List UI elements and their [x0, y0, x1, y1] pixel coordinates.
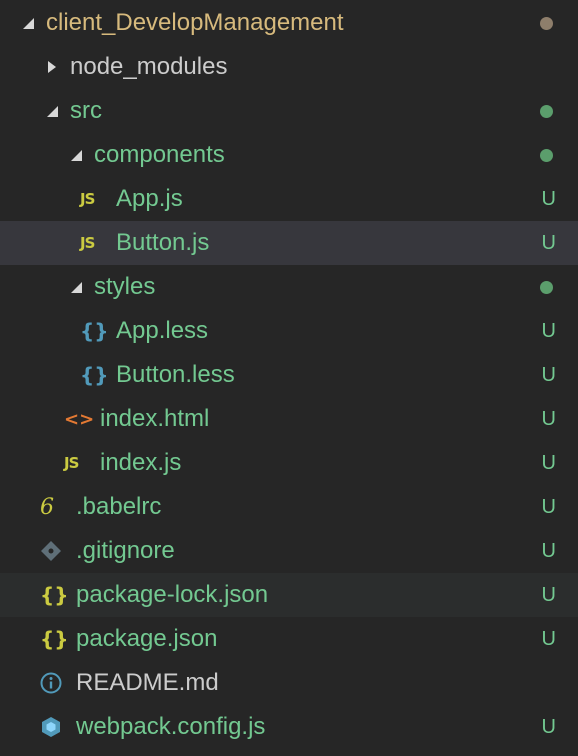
modified-dot-badge: [540, 133, 556, 177]
modified-dot-badge: [540, 89, 556, 133]
untracked-status-badge: U: [541, 583, 556, 606]
untracked-status-badge: U: [541, 363, 556, 386]
item-label: index.html: [100, 405, 210, 432]
item-label: client_DevelopManagement: [46, 9, 344, 36]
folder-item-components[interactable]: components: [0, 133, 578, 177]
item-label: webpack.config.js: [76, 713, 266, 740]
expanded-arrow-icon[interactable]: [64, 133, 88, 177]
status-dot-icon: [540, 16, 553, 30]
folder-item-client-developmanagement[interactable]: client_DevelopManagement: [0, 1, 578, 45]
item-label: components: [94, 141, 225, 168]
less-icon: {}: [80, 363, 109, 387]
item-label: .babelrc: [76, 493, 162, 520]
file-item-app-js[interactable]: JS App.js U: [0, 177, 578, 221]
untracked-status-badge: U: [541, 539, 556, 562]
expanded-arrow-icon[interactable]: [16, 1, 40, 45]
file-item-app-less[interactable]: {} App.less U: [0, 309, 578, 353]
status-dot-icon: [540, 148, 553, 162]
file-item-button-js[interactable]: JS Button.js U: [0, 221, 578, 265]
js-icon: JS: [64, 454, 79, 472]
file-item-package-lock-json[interactable]: {} package-lock.json U: [0, 573, 578, 617]
json-icon: {}: [40, 627, 69, 651]
js-icon: JS: [80, 190, 95, 208]
untracked-status-badge: U: [541, 319, 556, 342]
item-label: App.less: [116, 317, 209, 344]
git-icon: [40, 529, 68, 573]
modified-dot-badge: [540, 265, 556, 309]
item-label: App.js: [116, 185, 183, 212]
item-label: package.json: [76, 625, 218, 652]
html-icon: <>: [64, 408, 95, 430]
file-item-gitignore[interactable]: .gitignore U: [0, 529, 578, 573]
file-item-babelrc[interactable]: 6 .babelrc U: [0, 485, 578, 529]
item-label: index.js: [100, 449, 182, 476]
js-icon: JS: [80, 234, 95, 252]
item-label: styles: [94, 273, 156, 300]
json-icon: {}: [40, 583, 69, 607]
untracked-status-badge: U: [541, 187, 556, 210]
folder-item-styles[interactable]: styles: [0, 265, 578, 309]
webpack-icon: [40, 705, 68, 749]
untracked-status-badge: U: [541, 407, 556, 430]
item-label: README.md: [76, 669, 219, 696]
status-dot-icon: [540, 104, 553, 118]
untracked-status-badge: U: [541, 451, 556, 474]
babel-icon: 6: [40, 494, 54, 520]
item-label: node_modules: [70, 53, 228, 80]
status-dot-icon: [540, 280, 553, 294]
expanded-arrow-icon[interactable]: [64, 265, 88, 309]
item-label: package-lock.json: [76, 581, 269, 608]
item-label: Button.js: [116, 229, 210, 256]
file-item-index-js[interactable]: JS index.js U: [0, 441, 578, 485]
modified-dot-badge: [540, 1, 556, 45]
folder-item-src[interactable]: src: [0, 89, 578, 133]
untracked-status-badge: U: [541, 715, 556, 738]
less-icon: {}: [80, 319, 109, 343]
file-item-package-json[interactable]: {} package.json U: [0, 617, 578, 661]
file-item-button-less[interactable]: {} Button.less U: [0, 353, 578, 397]
file-explorer-tree: client_DevelopManagement node_modulessrc c…: [0, 0, 578, 756]
info-icon: [40, 661, 68, 705]
file-item-readme-md[interactable]: README.md: [0, 661, 578, 705]
item-label: .gitignore: [76, 537, 175, 564]
collapsed-arrow-icon[interactable]: [40, 45, 64, 89]
expanded-arrow-icon[interactable]: [40, 89, 64, 133]
folder-item-node-modules[interactable]: node_modules: [0, 45, 578, 89]
file-item-webpack-config-js[interactable]: webpack.config.js U: [0, 705, 578, 749]
untracked-status-badge: U: [541, 495, 556, 518]
untracked-status-badge: U: [541, 627, 556, 650]
item-label: Button.less: [116, 361, 235, 388]
untracked-status-badge: U: [541, 231, 556, 254]
file-item-index-html[interactable]: <> index.html U: [0, 397, 578, 441]
item-label: src: [70, 97, 102, 124]
